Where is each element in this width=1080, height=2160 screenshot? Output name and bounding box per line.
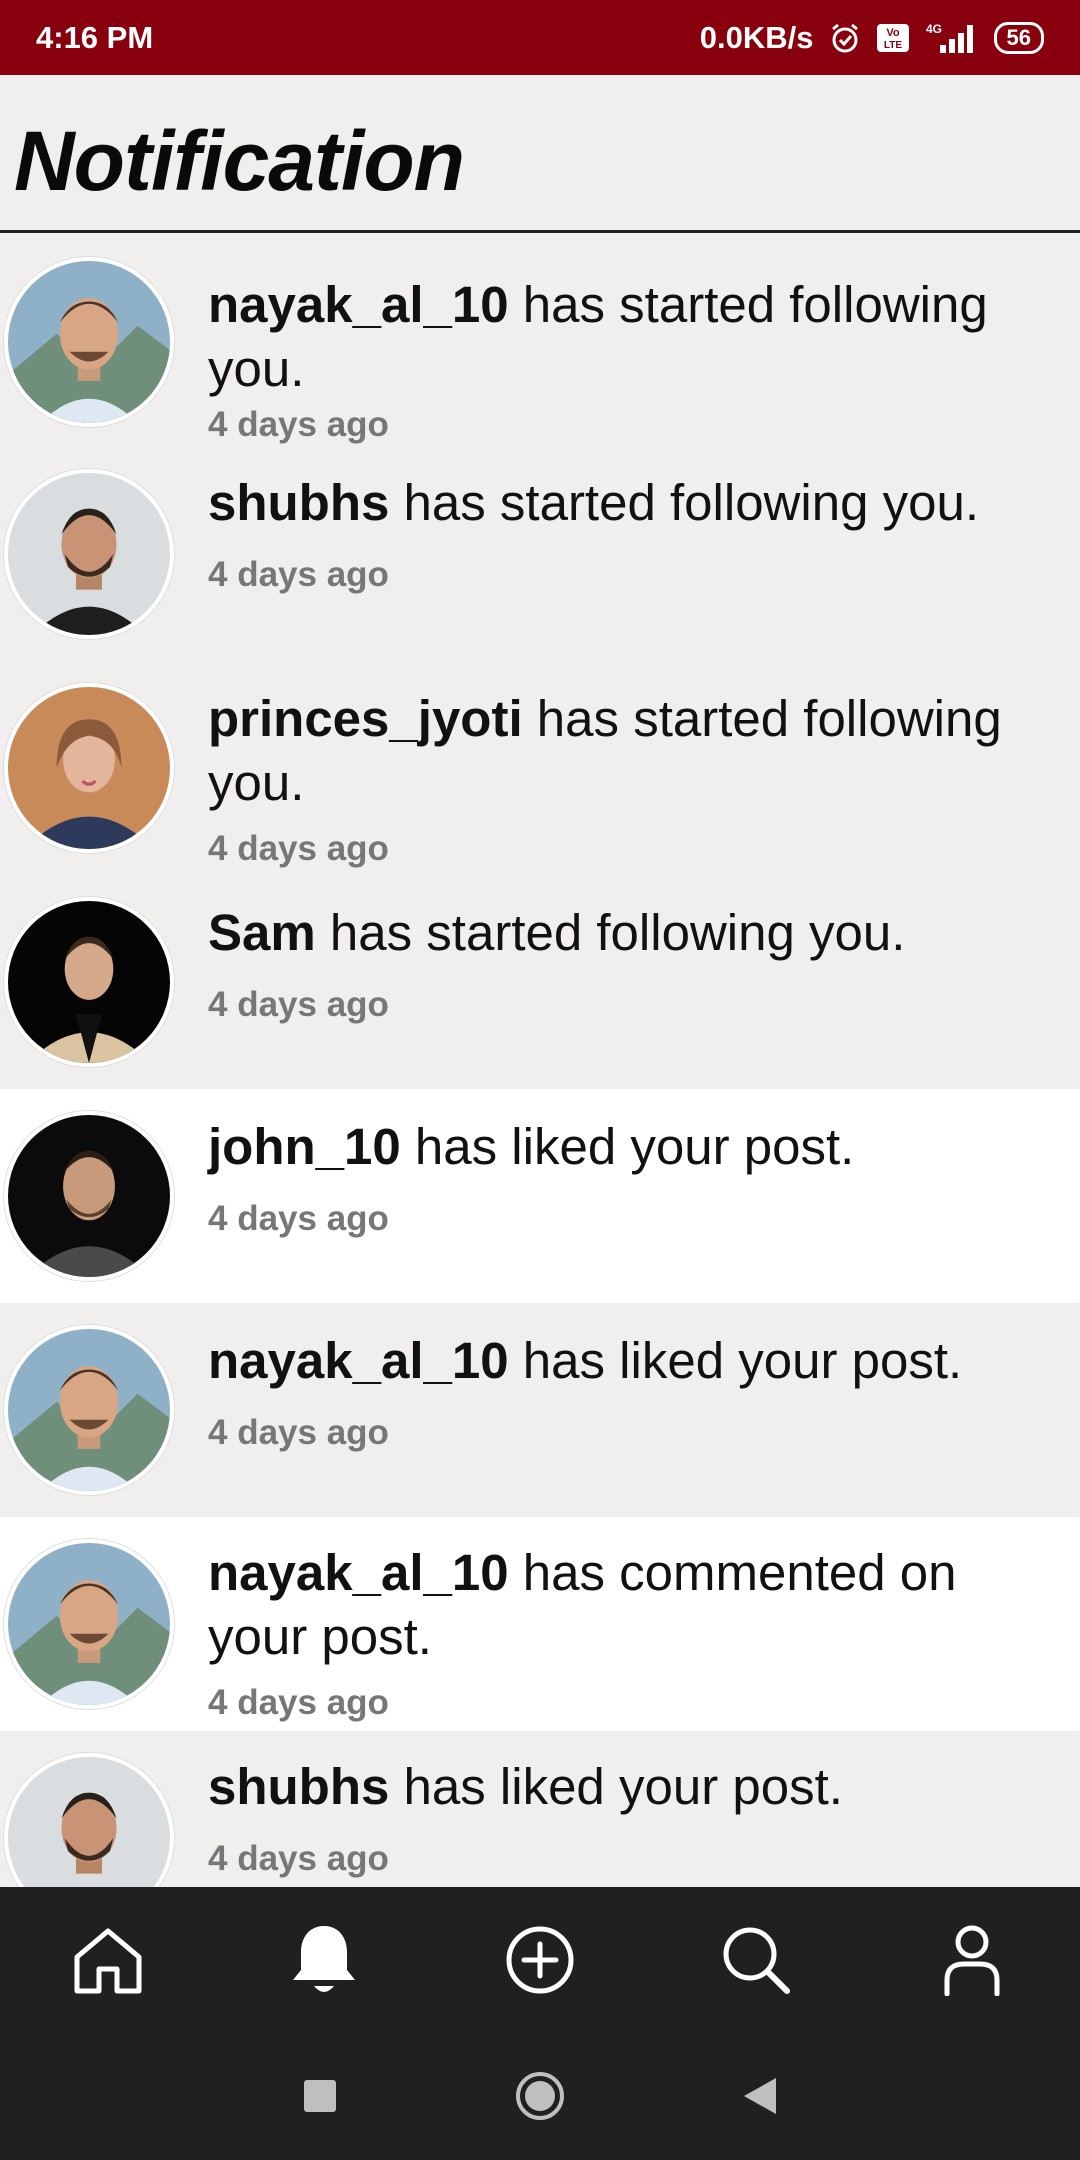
avatar-man-smiling-icon [8,1329,170,1491]
notification-item[interactable]: Sam has started following you. 4 days ag… [0,875,1080,1089]
username[interactable]: john_10 [208,1118,401,1175]
avatar-man-smiling-icon [8,1543,170,1705]
notification-time: 4 days ago [208,1199,389,1238]
notification-time: 4 days ago [208,1839,389,1878]
notification-action: has liked your post. [389,1758,843,1815]
username[interactable]: nayak_al_10 [208,276,509,333]
avatar[interactable] [4,1325,174,1495]
status-icons: 0.0KB/s Vo LTE 4G 56 [700,20,1044,56]
notification-text: nayak_al_10 has started following you. [208,273,1050,401]
notification-text: Sam has started following you. [208,901,1050,965]
notification-list[interactable]: nayak_al_10 has started following you. 4… [0,233,1080,1887]
avatar-man-beard-icon [8,1757,170,1887]
status-time: 4:16 PM [36,19,154,55]
avatar[interactable] [4,257,174,427]
avatar-woman-icon [8,687,170,849]
bell-icon [293,1925,355,1992]
notification-action: has liked your post. [400,1118,855,1175]
nav-home-button[interactable] [53,1905,163,2015]
notification-item[interactable]: princes_jyoti has started following you.… [0,661,1080,875]
avatar[interactable] [4,897,174,1067]
username[interactable]: shubhs [208,474,389,531]
alarm-icon [828,21,862,55]
notification-text: nayak_al_10 has liked your post. [208,1329,1050,1393]
notification-text: nayak_al_10 has commented on your post. [208,1541,1050,1669]
avatar-man-smiling-icon [8,261,170,423]
username[interactable]: princes_jyoti [208,690,523,747]
status-bar: 4:16 PM 0.0KB/s Vo LTE 4G 56 [0,0,1080,75]
username[interactable]: shubhs [208,1758,389,1815]
system-home-button[interactable] [430,2070,650,2122]
notification-item[interactable]: shubhs has started following you. 4 days… [0,447,1080,661]
battery-level: 56 [1006,24,1031,50]
avatar[interactable] [4,1753,174,1887]
avatar[interactable] [4,469,174,639]
volte-icon: Vo LTE [876,23,910,53]
signal-icon: 4G [924,21,980,55]
nav-search-button[interactable] [701,1905,811,2015]
nav-add-button[interactable] [485,1905,595,2015]
recents-button[interactable] [210,2078,430,2114]
notification-time: 4 days ago [208,829,389,868]
username[interactable]: nayak_al_10 [208,1332,509,1389]
avatar-man-dark-icon [8,1115,170,1277]
notification-text: princes_jyoti has started following you. [208,687,1050,815]
page-title: Notification [14,114,465,208]
avatar[interactable] [4,1111,174,1281]
net-speed: 0.0KB/s [699,19,814,55]
svg-text:Vo: Vo [886,27,900,39]
avatar-man-beard-icon [8,473,170,635]
home-circle-icon [516,2072,564,2120]
recents-icon [304,2080,336,2112]
notification-item[interactable]: john_10 has liked your post. 4 days ago [0,1089,1080,1303]
notification-time: 4 days ago [208,1683,389,1722]
svg-text:4G: 4G [926,22,942,36]
notification-time: 4 days ago [208,405,389,444]
nav-notifications-button[interactable] [269,1905,379,2015]
notification-item[interactable]: nayak_al_10 has liked your post. 4 days … [0,1303,1080,1517]
notification-text: shubhs has liked your post. [208,1755,1050,1819]
profile-icon [944,1925,1000,1996]
nav-profile-button[interactable] [917,1905,1027,2015]
notification-action: has started following you. [389,474,980,531]
battery-indicator: 56 [993,21,1044,54]
notification-item[interactable]: nayak_al_10 has started following you. 4… [0,233,1080,447]
username[interactable]: nayak_al_10 [208,1544,509,1601]
search-icon [723,1927,790,1994]
avatar[interactable] [4,683,174,853]
svg-text:LTE: LTE [883,40,901,51]
username[interactable]: Sam [208,904,316,961]
system-nav-bar [0,2032,1080,2160]
notification-item[interactable]: shubhs has liked your post. 4 days ago [0,1731,1080,1887]
notification-action: has liked your post. [508,1332,963,1389]
avatar-man-suit-icon [8,901,170,1063]
back-icon [744,2078,776,2114]
notification-text: shubhs has started following you. [208,471,1050,535]
add-icon [506,1926,574,1993]
home-icon [74,1928,142,1993]
notification-action: has started following you. [315,904,906,961]
back-button[interactable] [650,2076,870,2116]
notification-text: john_10 has liked your post. [208,1115,1050,1179]
bottom-nav [0,1887,1080,2032]
notification-time: 4 days ago [208,555,389,594]
page-header: Notification [0,75,1080,233]
notification-time: 4 days ago [208,1413,389,1452]
avatar[interactable] [4,1539,174,1709]
notification-item[interactable]: nayak_al_10 has commented on your post. … [0,1517,1080,1731]
notification-time: 4 days ago [208,985,389,1024]
